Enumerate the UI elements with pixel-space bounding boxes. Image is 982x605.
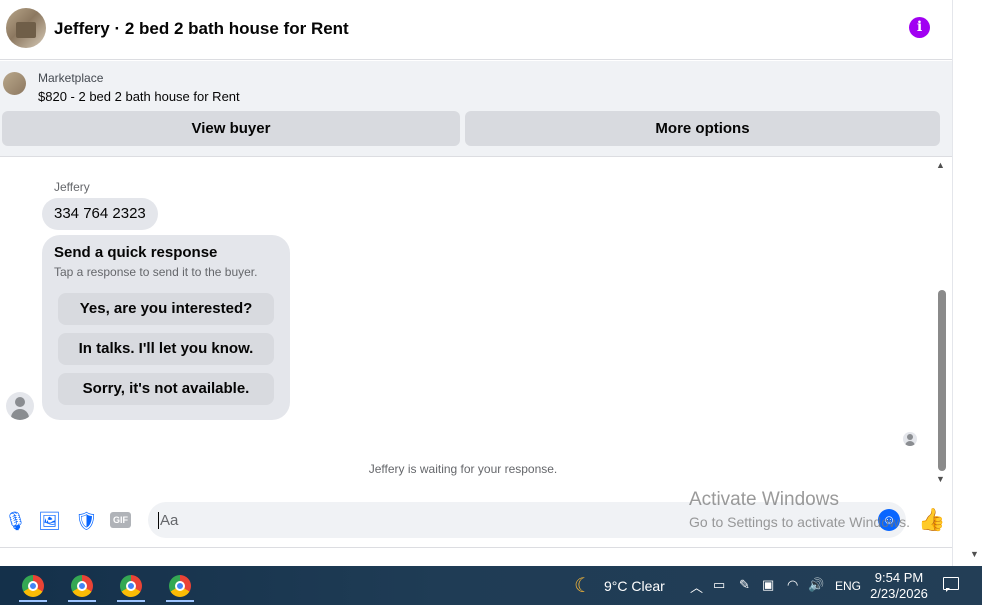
- quick-response-option[interactable]: Yes, are you interested?: [58, 293, 274, 325]
- clock-time[interactable]: 9:54 PM: [864, 570, 934, 585]
- info-icon[interactable]: i: [909, 17, 930, 38]
- marketplace-panel: Marketplace $820 - 2 bed 2 bath house fo…: [0, 61, 952, 157]
- weather-status[interactable]: 9°C Clear: [604, 578, 665, 594]
- conversation-title[interactable]: Jeffery · 2 bed 2 bath house for Rent: [54, 19, 349, 39]
- activation-watermark-title: Activate Windows: [689, 489, 839, 510]
- activation-watermark-subtitle: Go to Settings to activate Windows.: [689, 514, 910, 530]
- volume-icon[interactable]: 🔊: [808, 577, 824, 593]
- meet-now-icon[interactable]: ▣: [762, 577, 774, 593]
- listing-title[interactable]: $820 - 2 bed 2 bath house for Rent: [38, 89, 240, 104]
- marketplace-label: Marketplace: [38, 71, 104, 85]
- message-thread: Jeffery 334 764 2323 Send a quick respon…: [0, 158, 952, 496]
- quick-response-title: Send a quick response: [54, 244, 218, 261]
- scroll-up-arrow-icon[interactable]: ▲: [936, 160, 945, 170]
- clock-date[interactable]: 2/23/2026: [864, 586, 934, 601]
- read-receipt-avatar: [903, 432, 917, 446]
- quick-response-card: Send a quick response Tap a response to …: [42, 235, 290, 420]
- sticker-icon[interactable]: 🛡: [75, 511, 98, 532]
- message-input-placeholder[interactable]: Aa: [158, 512, 178, 529]
- window-edge: [952, 0, 982, 566]
- conversation-header: Jeffery · 2 bed 2 bath house for Rent i: [0, 0, 952, 60]
- gif-icon[interactable]: GIF: [110, 512, 131, 528]
- more-options-button[interactable]: More options: [465, 111, 940, 146]
- quick-response-option[interactable]: In talks. I'll let you know.: [58, 333, 274, 365]
- wifi-icon[interactable]: ◠: [787, 577, 798, 593]
- chevron-up-icon[interactable]: ︿: [690, 577, 703, 596]
- listing-avatar[interactable]: [6, 8, 46, 48]
- message-bubble[interactable]: 334 764 2323: [42, 198, 158, 230]
- view-buyer-button[interactable]: View buyer: [2, 111, 460, 146]
- notification-icon[interactable]: [943, 577, 959, 592]
- scroll-down-arrow-icon[interactable]: ▼: [936, 474, 945, 484]
- language-indicator[interactable]: ENG: [835, 579, 861, 593]
- chrome-taskbar-icon[interactable]: [64, 570, 100, 602]
- chrome-taskbar-icon[interactable]: [162, 570, 198, 602]
- photo-icon[interactable]: 🖼: [38, 511, 61, 532]
- sender-avatar: [6, 392, 34, 420]
- battery-icon[interactable]: ▭: [713, 577, 725, 593]
- like-thumb-icon[interactable]: 👍: [918, 507, 945, 533]
- windows-taskbar: ☾ 9°C Clear ︿ ▭ ✎ ▣ ◠ 🔊 ENG 9:54 PM 2/23…: [0, 566, 982, 605]
- pen-icon[interactable]: ✎: [739, 577, 750, 593]
- scrollbar-thumb[interactable]: [938, 290, 946, 471]
- waiting-status: Jeffery is waiting for your response.: [368, 462, 558, 476]
- chrome-taskbar-icon[interactable]: [113, 570, 149, 602]
- quick-response-option[interactable]: Sorry, it's not available.: [58, 373, 274, 405]
- moon-weather-icon[interactable]: ☾: [574, 573, 592, 598]
- quick-response-subtitle: Tap a response to send it to the buyer.: [54, 265, 258, 279]
- sender-name: Jeffery: [54, 180, 90, 194]
- page-scroll-down-arrow-icon[interactable]: ▼: [970, 549, 979, 559]
- microphone-icon[interactable]: 🎙: [4, 511, 27, 532]
- chrome-taskbar-icon[interactable]: [15, 570, 51, 602]
- listing-thumbnail[interactable]: [3, 72, 26, 95]
